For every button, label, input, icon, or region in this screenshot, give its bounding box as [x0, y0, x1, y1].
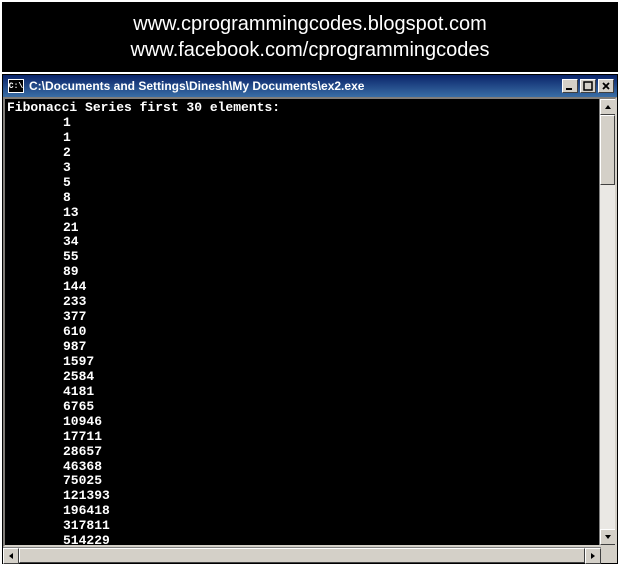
vertical-scrollbar[interactable]: [599, 99, 615, 545]
console-output: Fibonacci Series first 30 elements:11235…: [5, 99, 599, 545]
header-banner: www.cprogrammingcodes.blogspot.com www.f…: [2, 2, 618, 72]
maximize-button[interactable]: [580, 79, 596, 93]
scroll-left-button[interactable]: [3, 548, 19, 564]
scroll-up-button[interactable]: [600, 99, 616, 115]
titlebar-text: C:\Documents and Settings\Dinesh\My Docu…: [29, 79, 562, 93]
window-controls: [562, 79, 614, 93]
console-window: C:\ C:\Documents and Settings\Dinesh\My …: [2, 74, 618, 564]
scroll-right-button[interactable]: [585, 548, 601, 564]
bottom-scroll-row: [3, 547, 617, 563]
titlebar[interactable]: C:\ C:\Documents and Settings\Dinesh\My …: [3, 75, 617, 97]
minimize-button[interactable]: [562, 79, 578, 93]
horizontal-scrollbar[interactable]: [3, 547, 601, 563]
scroll-track-vertical[interactable]: [600, 115, 615, 529]
scroll-track-horizontal[interactable]: [19, 548, 585, 563]
scroll-thumb-horizontal[interactable]: [19, 548, 585, 563]
console-area: Fibonacci Series first 30 elements:11235…: [3, 97, 617, 547]
banner-line-1: www.cprogrammingcodes.blogspot.com: [3, 11, 617, 37]
scroll-down-button[interactable]: [600, 529, 616, 545]
close-button[interactable]: [598, 79, 614, 93]
scroll-thumb-vertical[interactable]: [600, 115, 615, 185]
banner-line-2: www.facebook.com/cprogrammingcodes: [3, 37, 617, 63]
scroll-corner: [601, 547, 617, 563]
app-icon: C:\: [8, 79, 24, 93]
